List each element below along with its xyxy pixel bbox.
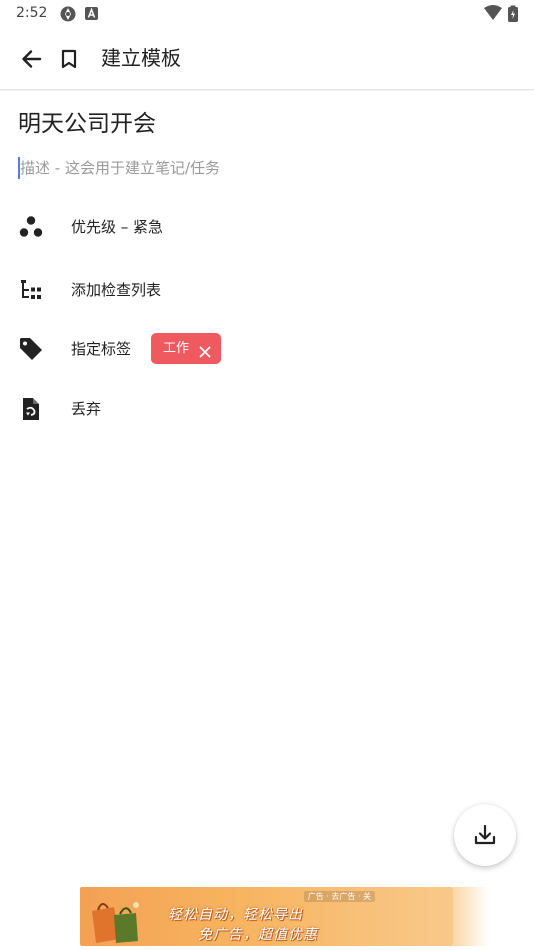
tag-chip[interactable]: 工作 — [151, 333, 222, 364]
app-notification-icon — [59, 5, 77, 23]
arrow-left-icon — [22, 50, 42, 68]
ad-banner[interactable]: 广告 · 去广告 · 关 轻松自动，轻松导出 免广告，超值优惠 — [80, 887, 453, 946]
bookmark-button[interactable] — [58, 45, 80, 73]
bookmark-icon — [61, 49, 77, 69]
priority-option[interactable]: 优先级 – 紧急 — [0, 205, 534, 249]
ad-fade — [453, 887, 489, 946]
wifi-icon — [483, 4, 502, 22]
ad-subline: 免广告，超值优惠 — [198, 927, 318, 943]
status-bar: 2:52 — [0, 0, 534, 28]
shopping-bags-icon — [92, 902, 139, 943]
back-button[interactable] — [18, 45, 46, 73]
template-title-input[interactable]: 明天公司开会 — [18, 108, 156, 140]
add-checklist-option[interactable]: 添加检查列表 — [0, 268, 534, 312]
battery-icon — [507, 5, 525, 23]
export-button[interactable] — [454, 804, 516, 866]
page-title: 建立模板 — [101, 46, 181, 70]
checklist-icon — [18, 277, 44, 303]
add-checklist-label: 添加检查列表 — [71, 281, 162, 299]
tag-chip-label: 工作 — [163, 341, 190, 356]
assign-tags-option[interactable]: 指定标签 工作 — [0, 327, 534, 371]
priority-icon — [18, 214, 44, 240]
description-input[interactable]: 描述 - 这会用于建立笔记/任务 — [18, 156, 498, 180]
ad-headline: 轻松自动，轻松导出 — [168, 907, 303, 923]
discard-label: 丢弃 — [71, 400, 102, 418]
download-icon — [474, 824, 496, 845]
status-time: 2:52 — [16, 5, 48, 21]
discard-icon — [18, 396, 44, 422]
assign-tags-label: 指定标签 — [71, 340, 132, 358]
a-notification-icon — [84, 5, 102, 23]
priority-label: 优先级 – 紧急 — [71, 218, 164, 236]
discard-option[interactable]: 丢弃 — [0, 387, 534, 431]
description-placeholder: 描述 - 这会用于建立笔记/任务 — [20, 159, 221, 177]
tag-icon — [18, 336, 44, 362]
close-icon[interactable] — [199, 343, 211, 357]
ad-label[interactable]: 广告 · 去广告 · 关 — [303, 891, 375, 902]
app-bar: 建立模板 — [0, 28, 534, 90]
